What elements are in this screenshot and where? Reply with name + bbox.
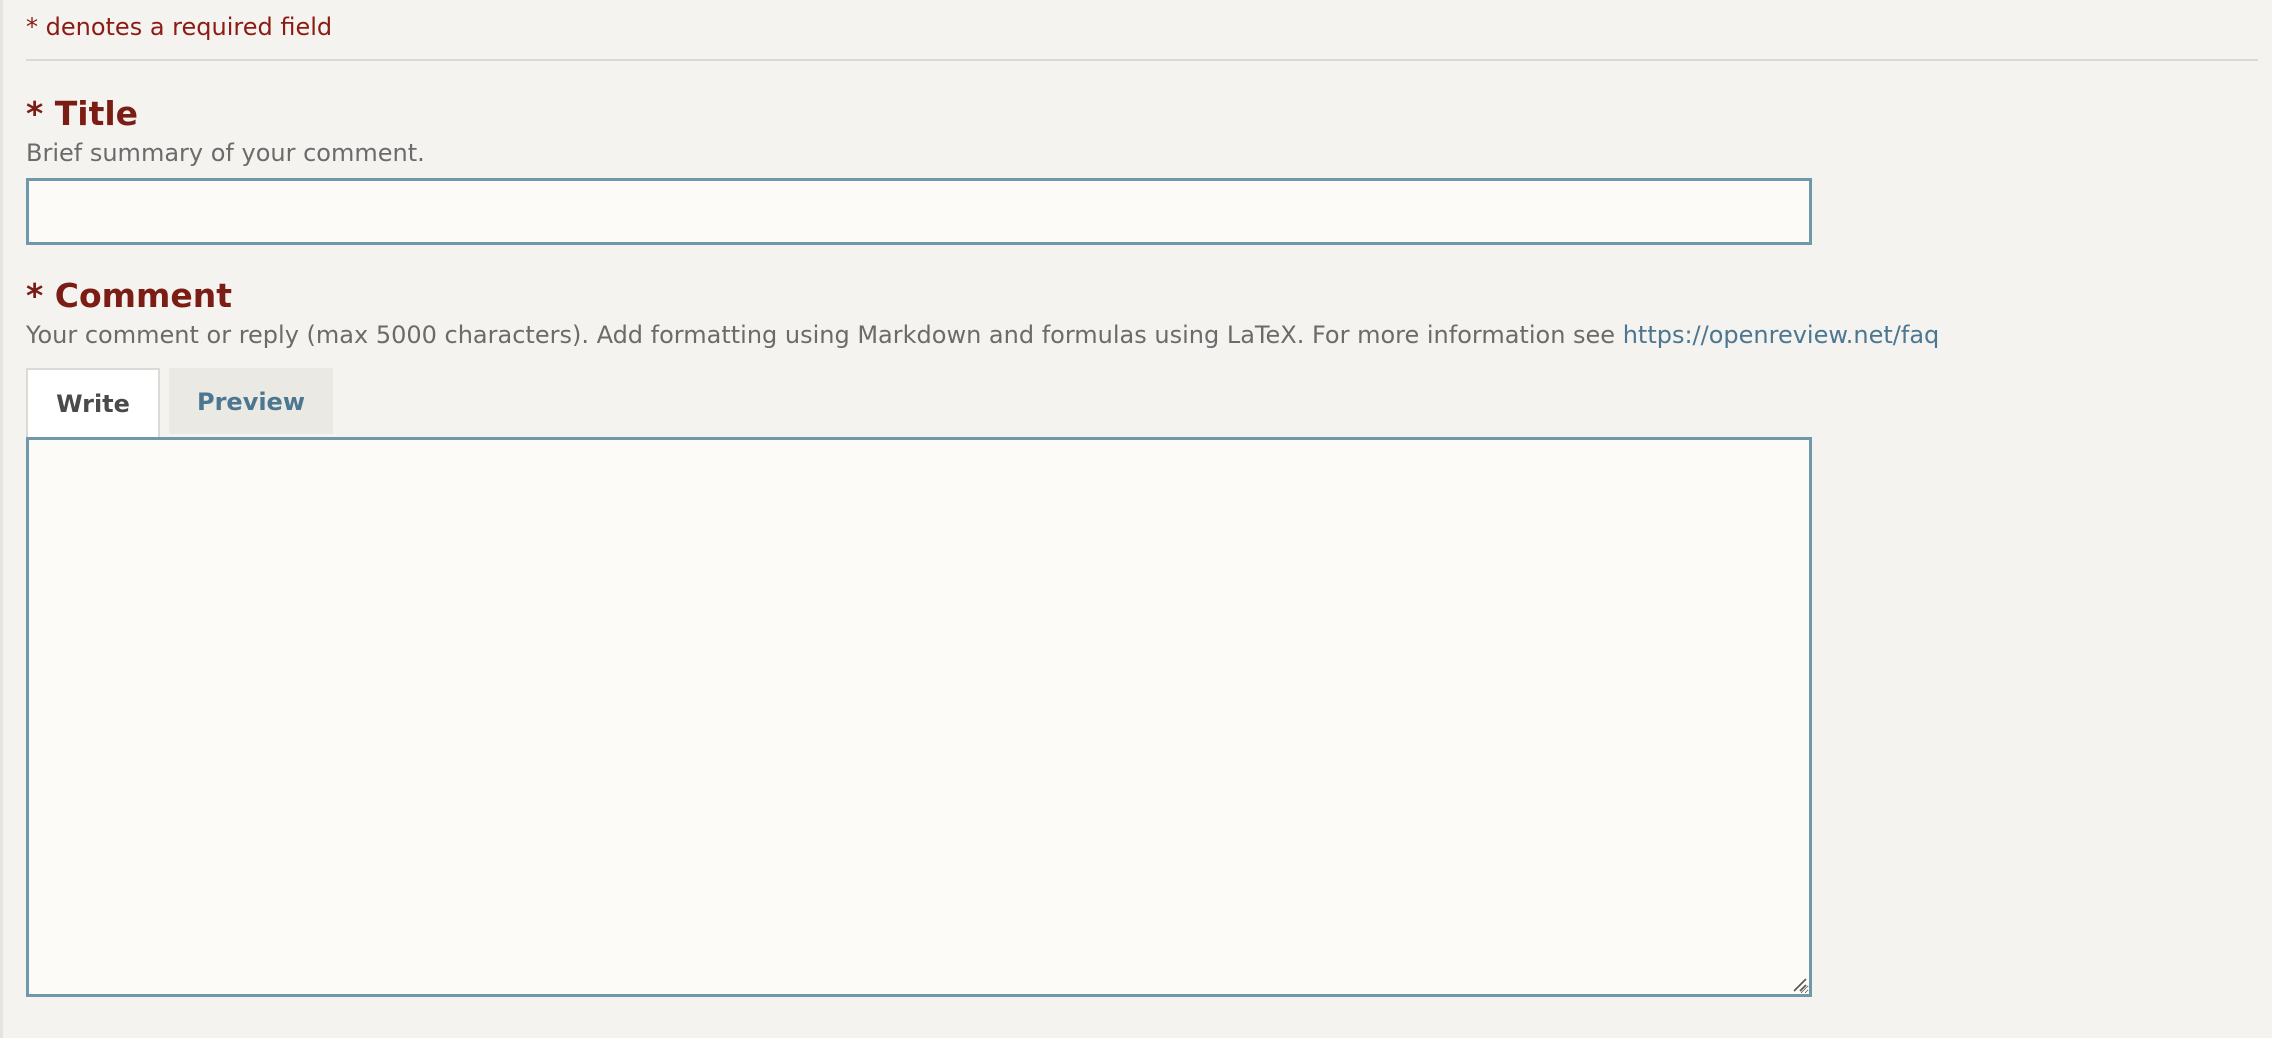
- title-label: * Title: [26, 94, 139, 133]
- comment-description-text: Your comment or reply (max 5000 characte…: [26, 321, 1623, 349]
- title-description: Brief summary of your comment.: [26, 139, 425, 167]
- comment-label: * Comment: [26, 276, 233, 315]
- resize-handle-icon[interactable]: [1790, 975, 1808, 993]
- comment-textarea[interactable]: [26, 437, 1812, 997]
- required-field-note: * denotes a required field: [26, 13, 333, 41]
- faq-link[interactable]: https://openreview.net/faq: [1623, 321, 1940, 349]
- divider: [26, 59, 2258, 61]
- comment-form-page: * denotes a required field * Title Brief…: [0, 0, 2272, 1038]
- tab-write[interactable]: Write: [26, 368, 160, 440]
- title-input[interactable]: [26, 178, 1812, 245]
- comment-description: Your comment or reply (max 5000 characte…: [26, 320, 1939, 350]
- left-border: [0, 0, 3, 1038]
- tab-preview[interactable]: Preview: [169, 368, 333, 434]
